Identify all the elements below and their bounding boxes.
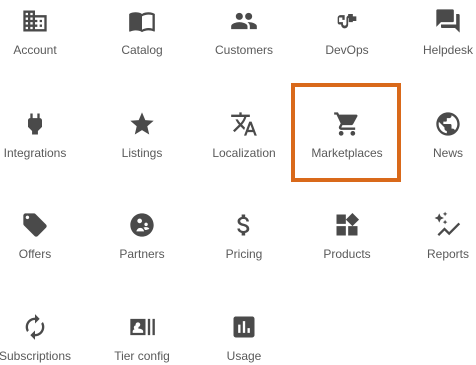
tile-integrations[interactable]: Integrations bbox=[0, 110, 83, 180]
tile-label: Localization bbox=[212, 146, 276, 160]
tile-helpdesk[interactable]: Helpdesk bbox=[400, 7, 476, 77]
tile-reports[interactable]: Reports bbox=[400, 211, 476, 281]
tile-offers[interactable]: Offers bbox=[0, 211, 83, 281]
tag-icon bbox=[21, 211, 49, 239]
chat-icon bbox=[434, 7, 462, 35]
tile-label: Products bbox=[323, 247, 371, 261]
cart-icon bbox=[333, 110, 361, 138]
tile-label: Usage bbox=[226, 349, 262, 363]
sparkline-icon bbox=[434, 211, 462, 239]
partners-icon bbox=[128, 211, 156, 239]
bar-chart-icon bbox=[230, 313, 258, 341]
tile-label: Marketplaces bbox=[311, 146, 383, 160]
tile-listings[interactable]: Listings bbox=[94, 110, 190, 180]
tile-subscriptions[interactable]: Subscriptions bbox=[0, 313, 83, 365]
tier-config-icon bbox=[128, 313, 156, 341]
products-icon bbox=[333, 211, 361, 239]
building-icon bbox=[21, 7, 49, 35]
tile-marketplaces[interactable]: Marketplaces bbox=[299, 110, 395, 180]
tile-usage[interactable]: Usage bbox=[196, 313, 292, 365]
tile-catalog[interactable]: Catalog bbox=[94, 7, 190, 77]
tile-label: Subscriptions bbox=[0, 349, 72, 363]
tile-label: Catalog bbox=[121, 43, 163, 57]
tile-label: Offers bbox=[18, 247, 52, 261]
module-grid: Account Catalog Customers DevOps Helpdes… bbox=[0, 0, 476, 365]
tile-label: Helpdesk bbox=[422, 43, 474, 57]
dollar-icon bbox=[230, 211, 258, 239]
globe-icon bbox=[434, 110, 462, 138]
tile-products[interactable]: Products bbox=[299, 211, 395, 281]
tile-pricing[interactable]: Pricing bbox=[196, 211, 292, 281]
tile-label: Customers bbox=[214, 43, 273, 57]
people-icon bbox=[230, 7, 258, 35]
tile-account[interactable]: Account bbox=[0, 7, 83, 77]
star-icon bbox=[128, 110, 156, 138]
tile-label: Integrations bbox=[3, 146, 67, 160]
tile-label: DevOps bbox=[325, 43, 369, 57]
translate-icon bbox=[230, 110, 258, 138]
book-icon bbox=[128, 7, 156, 35]
tile-label: Reports bbox=[426, 247, 470, 261]
tile-tier-config[interactable]: Tier config bbox=[94, 313, 190, 365]
tile-customers[interactable]: Customers bbox=[196, 7, 292, 77]
tile-label: Listings bbox=[121, 146, 163, 160]
tile-label: Partners bbox=[119, 247, 165, 261]
tile-label: Account bbox=[13, 43, 57, 57]
tile-news[interactable]: News bbox=[400, 110, 476, 180]
tile-partners[interactable]: Partners bbox=[94, 211, 190, 281]
tile-devops[interactable]: DevOps bbox=[299, 7, 395, 77]
plug-icon bbox=[21, 110, 49, 138]
refresh-icon bbox=[21, 313, 49, 341]
plug-connector-icon bbox=[333, 7, 361, 35]
tile-label: Tier config bbox=[114, 349, 170, 363]
tile-localization[interactable]: Localization bbox=[196, 110, 292, 180]
tile-label: Pricing bbox=[225, 247, 263, 261]
tile-label: News bbox=[432, 146, 463, 160]
